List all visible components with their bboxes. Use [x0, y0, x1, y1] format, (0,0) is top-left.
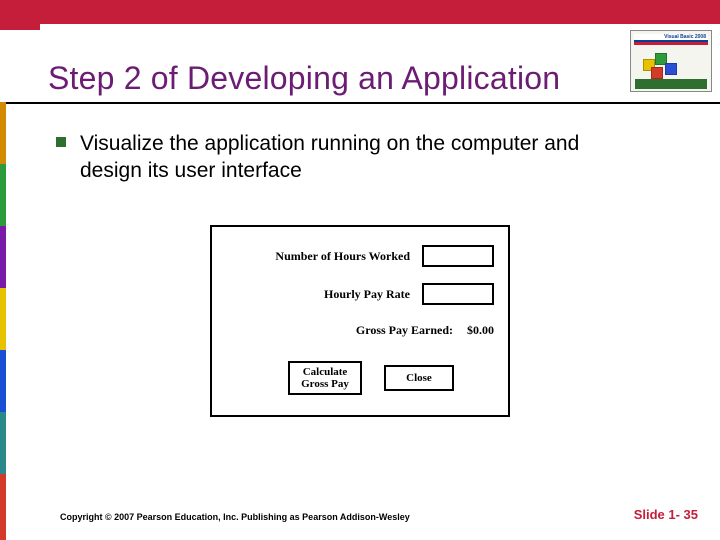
accent-lip — [0, 24, 40, 30]
stripe-segment — [0, 164, 6, 226]
stripe-segment — [0, 412, 6, 474]
thumb-footer — [635, 79, 707, 89]
slide-title: Step 2 of Developing an Application — [48, 60, 560, 97]
copyright-text: Copyright © 2007 Pearson Education, Inc.… — [60, 512, 410, 522]
sketch-gross-value: $0.00 — [467, 323, 494, 338]
lego-block-icon — [651, 67, 663, 79]
sketch-gross-label: Gross Pay Earned: — [356, 323, 453, 338]
thumb-product-label: Visual Basic 2008 — [664, 35, 706, 40]
sketch-rate-label: Hourly Pay Rate — [324, 287, 410, 302]
stripe-segment — [0, 288, 6, 350]
bullet-text: Visualize the application running on the… — [80, 130, 636, 185]
title-underline — [0, 102, 720, 104]
bullet-item: Visualize the application running on the… — [56, 130, 636, 185]
accent-bar — [0, 0, 720, 24]
slide-number: Slide 1- 35 — [634, 507, 698, 522]
sketch-rate-input — [422, 283, 494, 305]
ui-sketch-mockup: Number of Hours Worked Hourly Pay Rate G… — [210, 225, 510, 417]
book-cover-thumbnail: Visual Basic 2008 — [630, 30, 712, 92]
thumb-stripe-red — [634, 42, 708, 45]
sketch-close-button: Close — [384, 365, 454, 391]
lego-block-icon — [665, 63, 677, 75]
sketch-hours-label: Number of Hours Worked — [275, 249, 410, 264]
stripe-segment — [0, 350, 6, 412]
slide: Visual Basic 2008 Step 2 of Developing a… — [0, 0, 720, 540]
bullet-square-icon — [56, 137, 66, 147]
stripe-segment — [0, 226, 6, 288]
sketch-calculate-button: Calculate Gross Pay — [288, 361, 362, 395]
sketch-hours-input — [422, 245, 494, 267]
side-accent-strip — [0, 102, 6, 540]
stripe-segment — [0, 102, 6, 164]
stripe-segment — [0, 474, 6, 540]
